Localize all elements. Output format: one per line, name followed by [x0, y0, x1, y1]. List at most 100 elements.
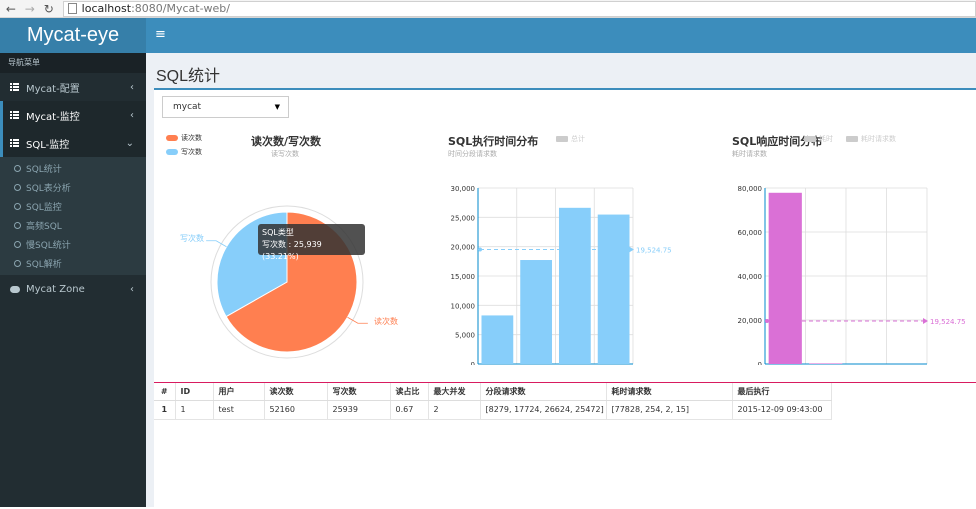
table-row[interactable]: 1 1 test 52160 25939 0.67 2 [8279, 17724…: [154, 400, 831, 419]
menu-toggle-icon[interactable]: ≡: [155, 27, 166, 42]
url-host: localhost: [82, 2, 131, 15]
sidebar-subitem-slow-sql[interactable]: 慢SQL统计: [0, 235, 146, 254]
col-header-id[interactable]: ID: [175, 383, 213, 400]
chevron-left-icon: ‹: [130, 82, 134, 93]
legend-label: 耗时请求数: [861, 134, 896, 144]
pie-label-line-write: [206, 241, 226, 247]
cell-id: 1: [175, 400, 213, 419]
legend-swatch: [556, 136, 568, 142]
sidebar-subitem-label: SQL解析: [26, 257, 62, 270]
content-area: SQL统计 mycat ▼ 读次数 写次数 读次数/写次数 读写次数 读次数 写…: [146, 53, 976, 507]
brand-logo[interactable]: Mycat-eye: [0, 18, 146, 53]
sidebar-item-mycat-monitor[interactable]: Mycat-监控 ‹: [0, 101, 146, 129]
bar[interactable]: [481, 315, 513, 364]
legend-item-total[interactable]: 总计: [556, 134, 585, 144]
legend-swatch: [166, 135, 178, 141]
y-tick-label: 25,000: [451, 214, 476, 222]
sidebar-subitem-sql-stats[interactable]: SQL统计: [0, 159, 146, 178]
cell-max-concurrency: 2: [428, 400, 480, 419]
col-header-read-ratio[interactable]: 读占比: [390, 383, 428, 400]
bar[interactable]: [559, 208, 591, 364]
sidebar-item-sql-monitor[interactable]: SQL-监控 ⌄: [0, 129, 146, 157]
legend-item-cost-requests[interactable]: 耗时请求数: [846, 134, 896, 144]
sidebar-item-mycat-zone[interactable]: Mycat Zone ‹: [0, 275, 146, 303]
circle-icon: [14, 184, 21, 191]
circle-icon: [14, 203, 21, 210]
legend-item-write[interactable]: 写次数: [166, 147, 202, 157]
col-header-user[interactable]: 用户: [213, 383, 264, 400]
top-navbar: ≡: [146, 18, 976, 53]
col-header-last-exec[interactable]: 最后执行: [732, 383, 831, 400]
bar[interactable]: [769, 193, 802, 364]
forward-icon[interactable]: →: [22, 1, 38, 17]
col-header-cost-requests[interactable]: 耗时请求数: [606, 383, 732, 400]
sidebar-item-mycat-config[interactable]: Mycat-配置 ‹: [0, 73, 146, 101]
legend-item-cost[interactable]: 耗时: [804, 134, 833, 144]
datasource-select[interactable]: mycat ▼: [162, 96, 289, 118]
average-label: 19,524.75: [636, 246, 672, 254]
address-bar[interactable]: localhost:8080/Mycat-web/: [63, 1, 976, 17]
pie-label-line-read: [347, 317, 367, 323]
legend-swatch: [846, 136, 858, 142]
sidebar-subitem-sql-monitor[interactable]: SQL监控: [0, 197, 146, 216]
url-path: :8080/Mycat-web/: [131, 2, 230, 15]
bar[interactable]: [520, 260, 552, 364]
y-tick-label: 60,000: [738, 229, 763, 237]
page-icon: [68, 3, 77, 14]
bar[interactable]: [598, 215, 630, 364]
y-tick-label: 40,000: [738, 273, 763, 281]
average-label: 19,524.75: [930, 318, 966, 326]
y-tick-label: 0: [471, 361, 475, 365]
reload-icon[interactable]: ↻: [41, 1, 57, 17]
sidebar-subitem-label: 慢SQL统计: [26, 238, 71, 251]
circle-icon: [14, 222, 21, 229]
brand-text: Mycat-eye: [27, 24, 119, 47]
circle-icon: [14, 165, 21, 172]
col-header-segment-requests[interactable]: 分段请求数: [480, 383, 606, 400]
col-header-index[interactable]: #: [154, 383, 175, 400]
sidebar: 导航菜单 Mycat-配置 ‹ Mycat-监控 ‹ SQL-监控 ⌄ SQL统…: [0, 53, 146, 507]
caret-down-icon: ▼: [275, 97, 280, 117]
resp-time-chart-subtitle: 耗时请求数: [732, 149, 767, 159]
sidebar-subitem-high-freq-sql[interactable]: 高频SQL: [0, 216, 146, 235]
stats-panel: mycat ▼ 读次数 写次数 读次数/写次数 读写次数 读次数 写次数 SQL…: [154, 88, 976, 507]
average-line-start: [478, 247, 482, 251]
y-tick-label: 10,000: [451, 302, 476, 310]
y-tick-label: 30,000: [451, 185, 476, 193]
circle-icon: [14, 260, 21, 267]
tooltip-title: SQL类型: [262, 227, 361, 239]
stats-table-wrap: # ID 用户 读次数 写次数 读占比 最大并发 分段请求数 耗时请求数 最后执…: [154, 382, 976, 509]
col-header-read[interactable]: 读次数: [264, 383, 327, 400]
legend-swatch: [804, 136, 816, 142]
chevron-left-icon: ‹: [130, 110, 134, 121]
cell-read-ratio: 0.67: [390, 400, 428, 419]
legend-label: 耗时: [819, 134, 833, 144]
tooltip-text: 写次数 : 25,939 (33.21%): [262, 239, 361, 263]
back-icon[interactable]: ←: [3, 1, 19, 17]
exec-time-bar-chart: 30,00025,00020,00015,00010,0005,000022点-…: [434, 160, 704, 365]
sidebar-subitem-label: 高频SQL: [26, 219, 62, 232]
cell-segment-requests: [8279, 17724, 26624, 25472]: [480, 400, 606, 419]
sidebar-subitem-sql-parse[interactable]: SQL解析: [0, 254, 146, 273]
pie-chart-subtitle: 读写次数: [271, 149, 299, 159]
col-header-max-concurrency[interactable]: 最大并发: [428, 383, 480, 400]
th-list-icon: [10, 111, 19, 119]
resp-time-bar-chart: 80,00060,00040,00020,0000小于10ms200ms-1s之…: [719, 160, 976, 365]
legend-label: 写次数: [181, 147, 202, 157]
cell-write: 25939: [327, 400, 390, 419]
y-tick-label: 80,000: [738, 185, 763, 193]
sidebar-item-label: Mycat-配置: [26, 80, 80, 95]
y-tick-label: 15,000: [451, 273, 476, 281]
cell-index: 1: [154, 400, 175, 419]
cell-user: test: [213, 400, 264, 419]
sidebar-subitem-sql-table[interactable]: SQL表分析: [0, 178, 146, 197]
chevron-left-icon: ‹: [130, 284, 134, 295]
bar[interactable]: [809, 363, 842, 364]
exec-time-chart-title: SQL执行时间分布: [448, 133, 538, 149]
sidebar-subitem-label: SQL统计: [26, 162, 62, 175]
cell-last-exec: 2015-12-09 09:43:00: [732, 400, 831, 419]
legend-item-read[interactable]: 读次数: [166, 133, 202, 143]
chevron-down-icon: ⌄: [126, 138, 134, 149]
col-header-write[interactable]: 写次数: [327, 383, 390, 400]
legend-label: 总计: [571, 134, 585, 144]
